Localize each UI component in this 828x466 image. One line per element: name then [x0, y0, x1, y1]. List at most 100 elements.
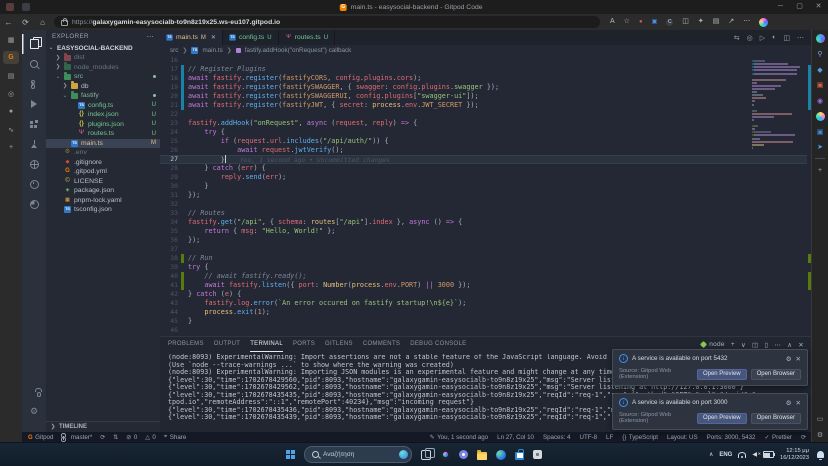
status-blame[interactable]: ✎You, 1 second ago — [430, 434, 489, 441]
open-browser-button[interactable]: Open Browser — [751, 413, 801, 424]
tab-preview[interactable]: ◎ — [3, 87, 19, 100]
explorer-item-dist[interactable]: ❯dist — [46, 53, 160, 63]
more-icon[interactable]: ⋯ — [774, 341, 781, 349]
status-publish[interactable]: ⇅ — [113, 434, 118, 441]
code-line-26[interactable]: 26 await request.jwtVerify(); — [160, 146, 807, 155]
notification-bell-icon[interactable] — [817, 451, 824, 458]
code-line-27[interactable]: 27 }You, 1 second ago • Uncommitted chan… — [160, 155, 807, 164]
status-remote-gitpod[interactable]: GGitpod — [28, 434, 53, 441]
close-icon[interactable]: ✕ — [796, 355, 801, 363]
panel-tab-ports[interactable]: PORTS — [293, 337, 315, 352]
volume-muted-icon[interactable]: ◀ — [752, 451, 757, 458]
app-button[interactable] — [533, 447, 542, 462]
edge-button[interactable] — [496, 447, 506, 462]
code-line-30[interactable]: 30 } — [160, 182, 807, 191]
code-line-34[interactable]: 34fastify.get("/api", { schema: routes["… — [160, 218, 807, 227]
code-line-38[interactable]: 38// Run — [160, 254, 807, 263]
code-line-29[interactable]: 29 reply.send(err); — [160, 173, 807, 182]
extension-red-icon[interactable]: ● — [639, 17, 643, 27]
panel-tab-debug-console[interactable]: DEBUG CONSOLE — [410, 337, 466, 352]
breadcrumb-symbol[interactable]: fastify.addHook("onRequest") callback — [245, 47, 352, 54]
panel-tab-problems[interactable]: PROBLEMS — [168, 337, 204, 352]
activity-monitor[interactable] — [22, 194, 46, 214]
people-icon[interactable]: ◉ — [816, 96, 825, 105]
language-indicator[interactable]: ENG — [719, 452, 732, 458]
close-icon[interactable]: ✕ — [796, 399, 801, 407]
close-button[interactable]: ✕ — [809, 0, 828, 14]
explorer-item-.gitignore[interactable]: ◆.gitignore — [46, 158, 160, 168]
code-line-35[interactable]: 35 return { msg: "Hello, World!" }; — [160, 227, 807, 236]
code-line-32[interactable]: 32 — [160, 200, 807, 209]
panel-tab-terminal[interactable]: TERMINAL — [250, 337, 283, 352]
tab-document[interactable]: ▤ — [3, 69, 19, 82]
tab-gitpod[interactable]: G — [3, 51, 19, 64]
more-icon[interactable]: ⋯ — [743, 17, 750, 27]
panel-tab-output[interactable]: OUTPUT — [214, 337, 240, 352]
explorer-item-pnpm-lock.yaml[interactable]: ▦pnpm-lock.yaml — [46, 196, 160, 206]
code-line-44[interactable]: 44 process.exit(1); — [160, 308, 807, 317]
status-warnings[interactable]: △0 — [145, 434, 156, 441]
explorer-item-node_modules[interactable]: ❯node_modules — [46, 63, 160, 73]
editor-tab-routes.ts[interactable]: Ψroutes.tsU — [279, 30, 335, 45]
refresh-icon[interactable]: ⟳ — [17, 18, 34, 27]
maximize-button[interactable]: ▢ — [790, 0, 809, 14]
favorites-icon[interactable]: ☆ — [624, 17, 630, 27]
read-aloud-icon[interactable]: A — [610, 17, 615, 27]
hidden-icons-chevron-icon[interactable]: ∧ — [709, 451, 713, 458]
search-icon[interactable]: ⚲ — [816, 50, 825, 59]
explorer-item-index.json[interactable]: {}index.jsonU — [46, 110, 160, 120]
gear-icon[interactable]: ⚙ — [786, 355, 792, 363]
timeline-section[interactable]: ❯ TIMELINE — [46, 421, 160, 432]
toggle-theme-icon[interactable]: ◐ — [772, 34, 776, 41]
code-line-45[interactable]: 45} — [160, 317, 807, 326]
clock[interactable]: 12:15 μμ 16/12/2023 — [780, 448, 809, 460]
code-line-39[interactable]: 39try { — [160, 263, 807, 272]
open-preview-button[interactable]: Open Preview — [697, 413, 747, 424]
settings-icon[interactable]: ⚙ — [816, 430, 825, 439]
taskbar-search[interactable]: Αναζήτηση — [304, 446, 412, 463]
code-line-46[interactable]: 46 — [160, 326, 807, 335]
address-bar[interactable]: https://galaxygamin-easysocialb-to9n8z19… — [54, 16, 600, 28]
explorer-item-fastify[interactable]: ⌄fastify — [46, 91, 160, 101]
explorer-item-main.ts[interactable]: TSmain.tsM — [46, 139, 160, 149]
explorer-item-.env[interactable]: ⚙.env — [46, 148, 160, 158]
collections-icon[interactable]: ✦ — [698, 17, 704, 27]
status-encoding[interactable]: UTF-8 — [579, 434, 597, 441]
split-icon[interactable]: ◫ — [752, 341, 758, 349]
extension-blue-icon[interactable]: ▣ — [652, 17, 658, 27]
more-icon[interactable]: ⋯ — [797, 34, 804, 42]
activity-extensions[interactable] — [22, 114, 46, 134]
panel-tab-gitlens[interactable]: GITLENS — [325, 337, 353, 352]
explorer-more-icon[interactable]: ⋯ — [147, 33, 154, 41]
explorer-item-routes.ts[interactable]: Ψroutes.tsU — [46, 129, 160, 139]
explorer-item-config.ts[interactable]: TSconfig.tsU — [46, 101, 160, 111]
code-line-42[interactable]: 42} catch (e) { — [160, 290, 807, 299]
code-line-21[interactable]: 21await fastify.register(fastifyJWT, { s… — [160, 101, 807, 110]
kill-icon[interactable]: ▯ — [764, 341, 768, 349]
wallet-icon[interactable]: ▤ — [713, 17, 720, 27]
code-line-16[interactable]: 16 — [160, 56, 807, 65]
split-editor-icon[interactable]: ◫ — [783, 34, 790, 42]
code-editor[interactable]: 1617// Register Plugins18await fastify.r… — [160, 56, 807, 336]
code-line-18[interactable]: 18await fastify.register(fastifyCORS, co… — [160, 74, 807, 83]
dropdown-icon[interactable]: ∨ — [741, 341, 746, 349]
close-icon[interactable]: ✕ — [211, 34, 216, 41]
minimize-button[interactable]: ─ — [771, 0, 790, 14]
activity-gitpod[interactable] — [22, 154, 46, 174]
copilot-icon[interactable] — [816, 34, 825, 43]
photos-icon[interactable]: ▣ — [816, 127, 825, 136]
explorer-item-.gitpod.yml[interactable]: G.gitpod.yml — [46, 167, 160, 177]
maximize-icon[interactable]: ∧ — [787, 341, 792, 349]
gear-icon[interactable]: ⚙ — [786, 399, 792, 407]
new-terminal-icon[interactable]: + — [731, 341, 735, 348]
chat-button[interactable] — [459, 447, 468, 462]
copilot-button[interactable] — [440, 447, 450, 462]
code-line-41[interactable]: 41 await fastify.listen({ port: Number(p… — [160, 281, 807, 290]
extension-c-icon[interactable]: C — [666, 19, 673, 26]
file-explorer-button[interactable] — [477, 447, 487, 462]
panel-tab-comments[interactable]: COMMENTS — [363, 337, 400, 352]
code-line-28[interactable]: 28 } catch (err) { — [160, 164, 807, 173]
status-sync[interactable]: ⟳ — [100, 434, 105, 441]
code-line-17[interactable]: 17// Register Plugins — [160, 65, 807, 74]
activity-testing[interactable] — [22, 134, 46, 154]
